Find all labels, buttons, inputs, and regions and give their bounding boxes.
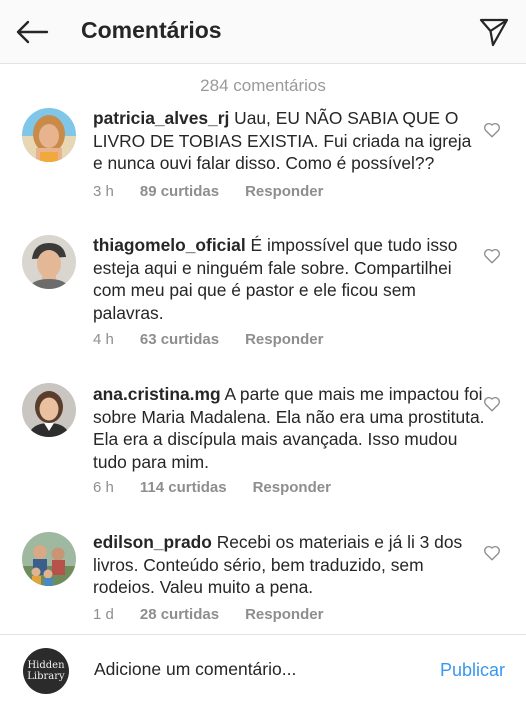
heart-icon[interactable] <box>483 544 501 562</box>
reply-button[interactable]: Responder <box>245 183 323 200</box>
comment-body: thiagomelo_oficial É impossível que tudo… <box>93 234 485 324</box>
logo-line: Hidden <box>27 660 65 671</box>
comment-likes[interactable]: 114 curtidas <box>140 479 227 496</box>
comment-time: 1 d <box>93 606 114 623</box>
comment-username[interactable]: edilson_prado <box>93 532 212 552</box>
comment-username[interactable]: thiagomelo_oficial <box>93 235 246 255</box>
comment-likes[interactable]: 63 curtidas <box>140 331 219 348</box>
comment-time: 4 h <box>93 331 114 348</box>
comment-username[interactable]: ana.cristina.mg <box>93 384 221 404</box>
comment-meta: 1 d 28 curtidas Responder <box>93 606 323 623</box>
profile-logo: Hidden Library <box>23 648 69 694</box>
avatar[interactable] <box>22 532 76 586</box>
comment-body: edilson_prado Recebi os materiais e já l… <box>93 531 485 599</box>
heart-icon[interactable] <box>483 247 501 265</box>
avatar[interactable] <box>22 235 76 289</box>
logo-line: Library <box>27 671 65 682</box>
avatar[interactable] <box>22 108 76 162</box>
comment-body: ana.cristina.mg A parte que mais me impa… <box>93 383 485 473</box>
comment-meta: 3 h 89 curtidas Responder <box>93 183 323 200</box>
comment-count: 284 comentários <box>200 76 326 95</box>
comment-composer: Hidden Library Publicar <box>0 634 526 702</box>
top-bar: Comentários <box>0 0 526 64</box>
comment-meta: 4 h 63 curtidas Responder <box>93 331 323 348</box>
back-arrow-icon <box>16 20 49 44</box>
comment-meta: 6 h 114 curtidas Responder <box>93 479 331 496</box>
comment-time: 3 h <box>93 183 114 200</box>
comment-body: patricia_alves_rj Uau, EU NÃO SABIA QUE … <box>93 107 485 175</box>
heart-icon[interactable] <box>483 395 501 413</box>
reply-button[interactable]: Responder <box>245 606 323 623</box>
reply-button[interactable]: Responder <box>253 479 331 496</box>
back-button[interactable] <box>12 14 52 50</box>
comment-likes[interactable]: 89 curtidas <box>140 183 219 200</box>
publish-button[interactable]: Publicar <box>440 660 505 681</box>
avatar[interactable] <box>22 383 76 437</box>
share-button[interactable] <box>474 12 514 52</box>
page-title: Comentários <box>81 17 222 43</box>
comment-input[interactable] <box>94 659 414 680</box>
reply-button[interactable]: Responder <box>245 331 323 348</box>
comment-time: 6 h <box>93 479 114 496</box>
comment-username[interactable]: patricia_alves_rj <box>93 108 229 128</box>
paper-plane-icon <box>479 18 509 47</box>
comment-likes[interactable]: 28 curtidas <box>140 606 219 623</box>
heart-icon[interactable] <box>483 121 501 139</box>
